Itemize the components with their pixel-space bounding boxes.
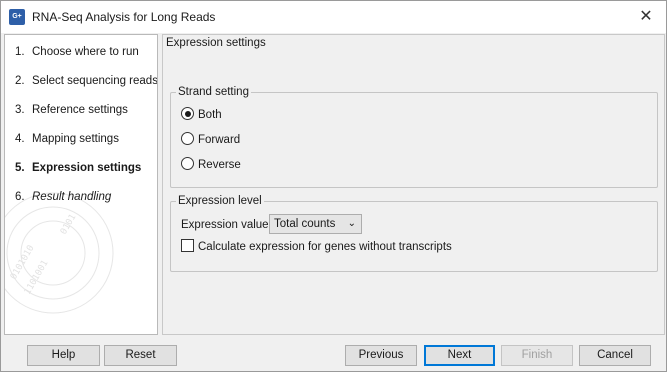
- strand-setting-legend: Strand setting: [176, 85, 251, 99]
- next-button[interactable]: Next: [424, 345, 495, 366]
- expression-value-select[interactable]: Total counts ⌄: [269, 214, 362, 234]
- step-mapping-settings: 4. Mapping settings: [15, 133, 119, 145]
- checkbox-unchecked-icon[interactable]: [181, 239, 194, 252]
- step-choose-where-to-run: 1. Choose where to run: [15, 46, 139, 58]
- expression-level-legend: Expression level: [176, 194, 264, 208]
- window-title: RNA-Seq Analysis for Long Reads: [32, 10, 216, 24]
- radio-both[interactable]: Both: [181, 107, 222, 123]
- strand-setting-group: Strand setting Both Forward Reverse: [170, 85, 658, 188]
- chevron-down-icon: ⌄: [347, 218, 356, 229]
- expression-level-group: Expression level Expression value Total …: [170, 194, 658, 272]
- previous-button[interactable]: Previous: [345, 345, 417, 366]
- reset-button[interactable]: Reset: [104, 345, 177, 366]
- settings-panel: Expression settings Strand setting Both …: [162, 34, 665, 335]
- radio-forward[interactable]: Forward: [181, 132, 240, 148]
- svg-text:0101: 0101: [59, 213, 79, 237]
- cancel-button[interactable]: Cancel: [579, 345, 651, 366]
- svg-text:1101001: 1101001: [23, 259, 51, 297]
- help-button[interactable]: Help: [27, 345, 100, 366]
- wizard-steps-panel: 0101010 1101001 0101 1. Choose where to r…: [4, 34, 158, 335]
- step-reference-settings: 3. Reference settings: [15, 104, 128, 116]
- finish-button: Finish: [501, 345, 573, 366]
- step-select-sequencing-reads: 2. Select sequencing reads: [15, 75, 158, 87]
- svg-text:0101010: 0101010: [9, 244, 37, 282]
- step-result-handling: 6. Result handling: [15, 191, 112, 203]
- expression-value-label: Expression value: [181, 219, 269, 231]
- title-bar: G+ RNA-Seq Analysis for Long Reads ✕: [1, 1, 666, 33]
- radio-unchecked-icon[interactable]: [181, 157, 194, 170]
- step-expression-settings: 5. Expression settings: [15, 162, 142, 174]
- page-title: Expression settings: [166, 37, 266, 49]
- close-icon[interactable]: ✕: [632, 3, 660, 31]
- app-icon: G+: [9, 9, 25, 25]
- radio-unchecked-icon[interactable]: [181, 132, 194, 145]
- radio-checked-icon[interactable]: [181, 107, 194, 120]
- calc-without-transcripts-checkbox-row[interactable]: Calculate expression for genes without t…: [181, 239, 452, 255]
- radio-reverse[interactable]: Reverse: [181, 157, 241, 173]
- dialog-window: G+ RNA-Seq Analysis for Long Reads ✕ 010…: [0, 0, 667, 372]
